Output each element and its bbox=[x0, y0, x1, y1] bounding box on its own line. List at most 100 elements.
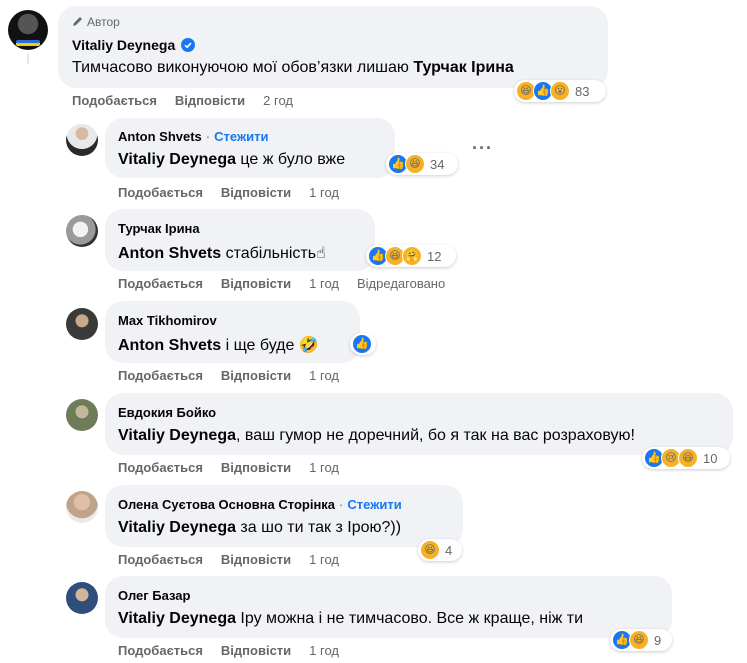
wow-reaction-icon: 😮 bbox=[550, 81, 570, 101]
comment-actions: Подобається Відповісти 1 год Відредаговано bbox=[118, 276, 463, 291]
comment-text: Anton Shvets і ще буде 🤣 bbox=[118, 335, 319, 355]
avatar[interactable] bbox=[66, 399, 98, 431]
like-button[interactable]: Подобається bbox=[118, 185, 203, 200]
mention-link[interactable]: Anton Shvets bbox=[118, 337, 221, 354]
avatar[interactable] bbox=[8, 10, 48, 50]
like-button[interactable]: Подобається bbox=[118, 552, 203, 567]
reaction-count: 34 bbox=[430, 156, 445, 172]
timestamp[interactable]: 1 год bbox=[309, 276, 339, 291]
comment-bubble bbox=[105, 576, 672, 638]
comment-bubble bbox=[105, 485, 463, 547]
comment-actions: Подобається Відповісти 1 год bbox=[118, 460, 357, 475]
author-name[interactable]: Anton Shvets bbox=[118, 129, 202, 144]
separator-dot: · bbox=[339, 497, 344, 512]
follow-button[interactable]: Стежити bbox=[214, 129, 268, 144]
reaction-summary[interactable]: 👍 😆 🤗 12 bbox=[366, 245, 456, 267]
reply-button[interactable]: Відповісти bbox=[221, 368, 291, 383]
avatar[interactable] bbox=[66, 124, 98, 156]
reply-button[interactable]: Відповісти bbox=[221, 460, 291, 475]
reaction-summary[interactable]: 👍 bbox=[350, 333, 376, 355]
mention-link[interactable]: Турчак Ірина bbox=[413, 59, 513, 76]
timestamp[interactable]: 1 год bbox=[309, 643, 339, 658]
avatar[interactable] bbox=[66, 582, 98, 614]
timestamp[interactable]: 1 год bbox=[309, 460, 339, 475]
reply-button[interactable]: Відповісти bbox=[221, 643, 291, 658]
author-badge-label: Автор bbox=[87, 15, 120, 29]
reaction-summary[interactable]: 😆 👍 😮 83 bbox=[514, 80, 606, 102]
timestamp[interactable]: 2 год bbox=[263, 93, 293, 108]
edited-label[interactable]: Відредаговано bbox=[357, 276, 445, 291]
separator-dot: · bbox=[205, 129, 211, 144]
comment-author[interactable]: Anton Shvets · Стежити bbox=[118, 129, 269, 144]
care-reaction-icon: 🤗 bbox=[402, 246, 422, 266]
comment-text: Vitaliy Deynega це ж було вже bbox=[118, 151, 345, 169]
reply-button[interactable]: Відповісти bbox=[221, 185, 291, 200]
like-button[interactable]: Подобається bbox=[118, 276, 203, 291]
avatar[interactable] bbox=[66, 491, 98, 523]
comment-author[interactable]: Vitaliy Deynega bbox=[72, 37, 196, 53]
reaction-count: 10 bbox=[703, 450, 718, 466]
like-button[interactable]: Подобається bbox=[118, 643, 203, 658]
comment-text: Vitaliy Deynega Іру можна і не тимчасово… bbox=[118, 610, 583, 628]
thread-line bbox=[27, 54, 29, 64]
like-reaction-icon: 👍 bbox=[352, 334, 372, 354]
more-options-icon[interactable]: ··· bbox=[472, 138, 493, 159]
reply-button[interactable]: Відповісти bbox=[175, 93, 245, 108]
comment-author[interactable]: Евдокия Бойко bbox=[118, 405, 216, 420]
avatar[interactable] bbox=[66, 308, 98, 340]
author-name[interactable]: Vitaliy Deynega bbox=[72, 37, 175, 53]
haha-reaction-icon: 😆 bbox=[629, 630, 649, 650]
comment-actions: Подобається Відповісти 1 год bbox=[118, 643, 357, 658]
reply-button[interactable]: Відповісти bbox=[221, 276, 291, 291]
comment-bubble bbox=[105, 393, 733, 455]
mention-link[interactable]: Vitaliy Deynega bbox=[118, 610, 236, 627]
comment-body: , ваш гумор не доречний, бо я так на вас… bbox=[235, 427, 635, 444]
comment-text: Anton Shvets стабільність☝ bbox=[118, 243, 326, 263]
mention-link[interactable]: Anton Shvets bbox=[118, 245, 221, 262]
comment-text: Vitaliy Deynega за шо ти так з Ірою?)) bbox=[118, 519, 401, 537]
comment-body: і ще буде 🤣 bbox=[221, 337, 319, 354]
author-name[interactable]: Олег Базар bbox=[118, 588, 190, 603]
like-button[interactable]: Подобається bbox=[72, 93, 157, 108]
comment-body: Тимчасово виконуючою мої обов’язки лишаю bbox=[72, 59, 414, 76]
author-name[interactable]: Олена Суєтова Основна Сторінка bbox=[118, 497, 335, 512]
like-button[interactable]: Подобається bbox=[118, 460, 203, 475]
timestamp[interactable]: 1 год bbox=[309, 185, 339, 200]
follow-button[interactable]: Стежити bbox=[347, 497, 401, 512]
reaction-summary[interactable]: 👍 😆 34 bbox=[386, 153, 458, 175]
timestamp[interactable]: 1 год bbox=[309, 552, 339, 567]
reaction-summary[interactable]: 😆 4 bbox=[418, 539, 462, 561]
pencil-icon bbox=[73, 17, 82, 26]
comment-author[interactable]: Max Tikhomirov bbox=[118, 313, 217, 328]
author-badge: Автор bbox=[72, 15, 120, 29]
comment-author[interactable]: Олег Базар bbox=[118, 588, 190, 603]
haha-reaction-icon: 😆 bbox=[405, 154, 425, 174]
reaction-count: 12 bbox=[427, 248, 442, 264]
reaction-count: 83 bbox=[575, 83, 590, 99]
mention-link[interactable]: Vitaliy Deynega bbox=[118, 427, 236, 444]
mention-link[interactable]: Vitaliy Deynega bbox=[118, 519, 236, 536]
author-name[interactable]: Турчак Ірина bbox=[118, 221, 200, 236]
haha-reaction-icon: 😆 bbox=[420, 540, 440, 560]
comment-text: Тимчасово виконуючою мої обов’язки лишаю… bbox=[72, 59, 514, 77]
comment-body: Іру можна і не тимчасово. Все ж краще, н… bbox=[235, 610, 584, 627]
reaction-summary[interactable]: 👍 😆 9 bbox=[610, 629, 672, 651]
author-name[interactable]: Евдокия Бойко bbox=[118, 405, 216, 420]
comment-body: це ж було вже bbox=[235, 151, 346, 168]
reply-button[interactable]: Відповісти bbox=[221, 552, 291, 567]
comment-text: Vitaliy Deynega, ваш гумор не доречний, … bbox=[118, 427, 635, 445]
reaction-count: 4 bbox=[445, 542, 453, 558]
avatar[interactable] bbox=[66, 215, 98, 247]
mention-link[interactable]: Vitaliy Deynega bbox=[118, 151, 236, 168]
reaction-summary[interactable]: 👍 😢 😆 10 bbox=[642, 447, 730, 469]
comment-bubble bbox=[105, 118, 395, 178]
like-button[interactable]: Подобається bbox=[118, 368, 203, 383]
comment-body: стабільність☝ bbox=[221, 245, 326, 262]
comment-author[interactable]: Олена Суєтова Основна Сторінка · Стежити bbox=[118, 497, 402, 512]
comment-actions: Подобається Відповісти 1 год bbox=[118, 552, 357, 567]
comment-author[interactable]: Турчак Ірина bbox=[118, 221, 200, 236]
timestamp[interactable]: 1 год bbox=[309, 368, 339, 383]
author-name[interactable]: Max Tikhomirov bbox=[118, 313, 217, 328]
avatar-flag-stripe bbox=[16, 40, 40, 46]
comment-actions: Подобається Відповісти 1 год bbox=[118, 368, 357, 383]
